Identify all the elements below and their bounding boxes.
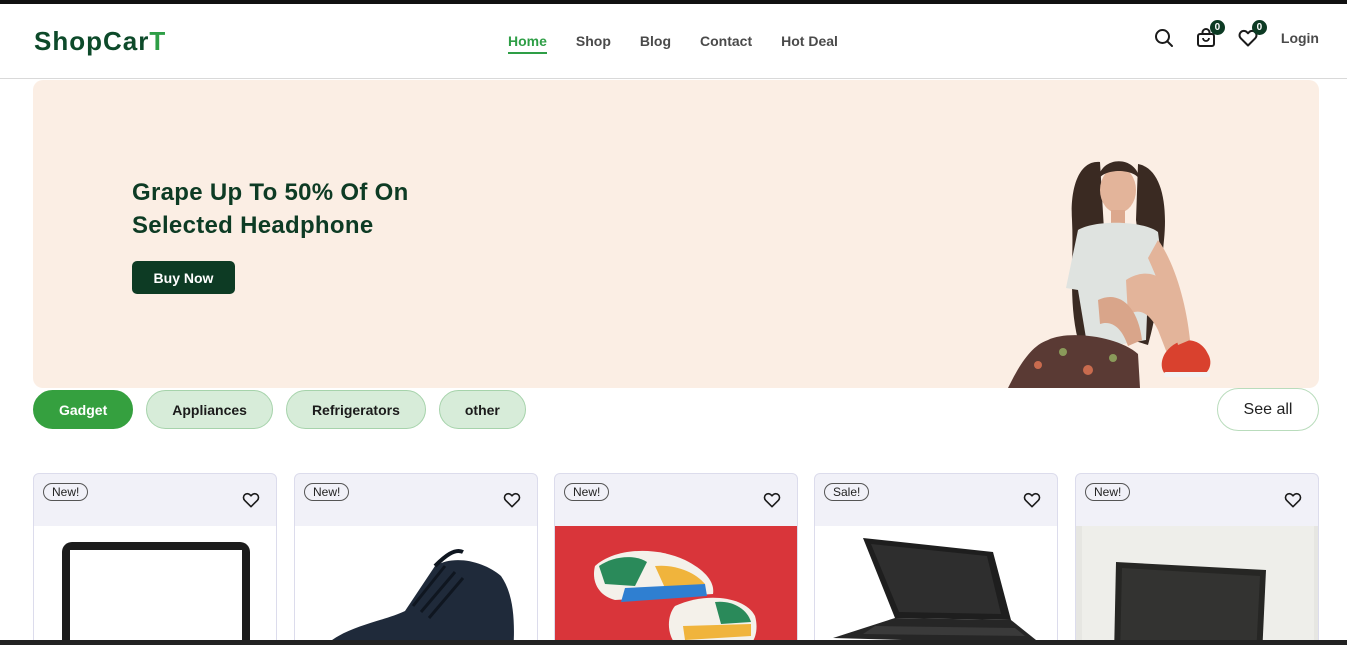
wishlist-heart-icon[interactable] [1023,492,1041,508]
product-tag: Sale! [824,483,870,501]
sneaker-boot-image [295,526,537,645]
wishlist-heart-icon[interactable] [1284,492,1302,508]
search-icon [1154,29,1173,47]
hero-headline-line-1: Grape Up To 50% Of On [132,179,409,206]
buy-now-button[interactable]: Buy Now [132,261,235,294]
logo-text: ShopCar [34,26,150,56]
cart-count-badge: 0 [1209,20,1225,35]
wishlist-heart-icon[interactable] [763,492,781,508]
product-tag: New! [43,483,89,501]
nav-hot-deal[interactable]: Hot Deal [781,33,838,54]
category-other[interactable]: other [438,390,526,429]
nav-shop[interactable]: Shop [576,33,611,54]
window-bottom-border [0,640,1347,645]
category-refrigerators[interactable]: Refrigerators [285,390,426,429]
nav-contact[interactable]: Contact [700,33,752,54]
category-filter: Gadget Appliances Refrigerators other [33,390,526,429]
colorful-sneakers-image [555,526,797,645]
wishlist-heart-icon[interactable] [503,492,521,508]
product-card[interactable]: New! [1075,473,1319,645]
wishlist-count-badge: 0 [1251,20,1267,35]
header-actions: 0 0 Login [1153,20,1319,50]
hero-headline-line-2: Selected Headphone [132,212,374,239]
main-nav: Home Shop Blog Contact Hot Deal [508,33,838,54]
wishlist-button[interactable]: 0 [1237,20,1267,50]
product-card[interactable]: New! [294,473,538,645]
tablet-image [34,526,276,645]
product-tag: New! [1085,483,1131,501]
product-card[interactable]: Sale! [814,473,1058,645]
hero-banner: Grape Up To 50% Of On Selected Headphone… [33,80,1319,388]
hero-model-image [1008,161,1211,388]
search-button[interactable] [1153,26,1175,50]
site-logo[interactable]: ShopCarT [34,26,166,57]
monitor-image [1076,526,1318,645]
product-card[interactable]: New! [554,473,798,645]
see-all-button[interactable]: See all [1217,388,1319,431]
hero-headline: Grape Up To 50% Of On Selected Headphone [132,176,452,242]
laptop-image [815,526,1057,645]
login-link[interactable]: Login [1281,30,1319,46]
cart-button[interactable]: 0 [1195,20,1225,50]
logo-accent-letter: T [149,26,167,56]
nav-blog[interactable]: Blog [640,33,671,54]
site-header: ShopCarT Home Shop Blog Contact Hot Deal… [0,4,1347,79]
wishlist-heart-icon[interactable] [242,492,260,508]
category-gadget[interactable]: Gadget [33,390,134,429]
product-tag: New! [564,483,610,501]
product-tag: New! [304,483,350,501]
category-appliances[interactable]: Appliances [146,390,273,429]
nav-home[interactable]: Home [508,33,547,54]
product-card[interactable]: New! [33,473,277,645]
